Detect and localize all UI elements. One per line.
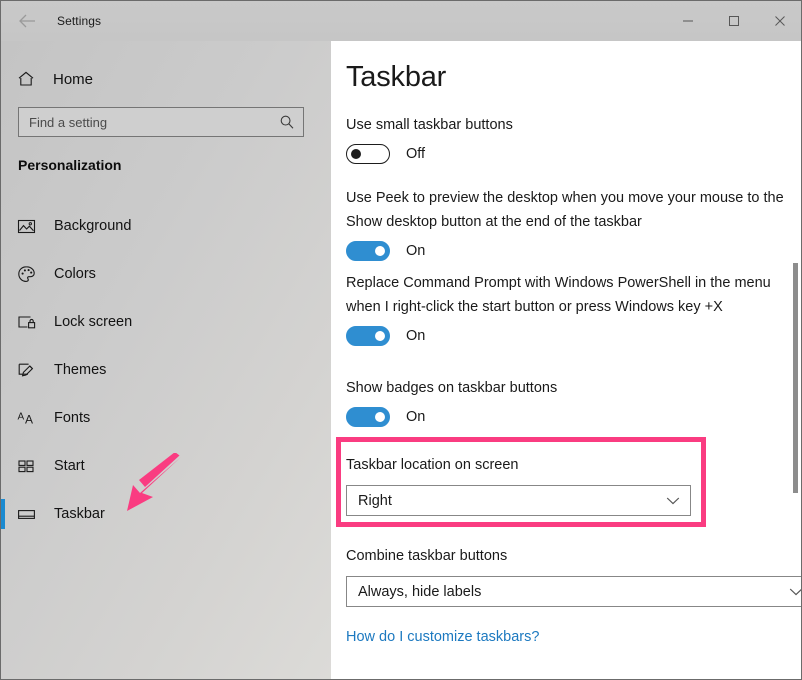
setting-label: Use Peek to preview the desktop when you…: [346, 190, 784, 230]
sidebar-item-fonts[interactable]: A A Fonts: [1, 394, 331, 442]
picture-icon: [17, 217, 41, 236]
sidebar-item-lock-screen[interactable]: Lock screen: [1, 298, 331, 346]
sidebar-item-home[interactable]: Home: [1, 59, 331, 99]
setting-use-peek: Use Peek to preview the desktop when you…: [346, 186, 786, 261]
toggle-knob: [375, 246, 385, 256]
paintbrush-icon: [17, 361, 41, 380]
toggle-row: On: [346, 241, 786, 261]
sidebar-item-label: Start: [54, 458, 85, 474]
dropdown-taskbar-location[interactable]: Right: [346, 485, 691, 516]
svg-text:A: A: [25, 412, 33, 426]
title-bar: Settings: [1, 1, 801, 41]
sidebar-nav-list: Background Colors Lock screen Themes A A…: [1, 202, 331, 538]
start-tiles-icon: [17, 457, 41, 476]
sidebar-home-label: Home: [53, 70, 94, 88]
setting-label: Use small taskbar buttons: [346, 117, 513, 133]
sidebar: Home Find a setting Personalization Back…: [1, 41, 331, 679]
setting-replace-command-prompt: Replace Command Prompt with Windows Powe…: [346, 271, 786, 346]
dropdown-combine-taskbar-buttons[interactable]: Always, hide labels: [346, 576, 801, 607]
help-link-customize-taskbars[interactable]: How do I customize taskbars?: [346, 629, 539, 645]
back-button[interactable]: [5, 5, 49, 37]
scrollbar[interactable]: [789, 41, 801, 679]
search-placeholder: Find a setting: [29, 114, 108, 130]
toggle-replace-command-prompt[interactable]: [346, 326, 390, 346]
setting-taskbar-location: Taskbar location on screen Right: [346, 453, 786, 516]
toggle-show-badges[interactable]: [346, 407, 390, 427]
dropdown-value: Always, hide labels: [358, 583, 482, 600]
window-title: Settings: [57, 14, 102, 28]
close-button[interactable]: [757, 1, 801, 41]
setting-show-badges: Show badges on taskbar buttons On: [346, 376, 786, 427]
toggle-knob: [375, 412, 385, 422]
toggle-row: Off: [346, 144, 786, 164]
sidebar-item-themes[interactable]: Themes: [1, 346, 331, 394]
page-title: Taskbar: [346, 61, 447, 93]
window-controls: [665, 1, 801, 41]
title-bar-left: Settings: [1, 1, 101, 41]
setting-label: Replace Command Prompt with Windows Powe…: [346, 275, 771, 315]
setting-combine-taskbar-buttons: Combine taskbar buttons Always, hide lab…: [346, 544, 801, 607]
sidebar-item-label: Background: [54, 218, 132, 234]
minimize-button[interactable]: [665, 1, 711, 41]
sidebar-item-label: Lock screen: [54, 314, 133, 330]
chevron-down-icon: [666, 496, 680, 506]
maximize-button[interactable]: [711, 1, 757, 41]
palette-icon: [17, 265, 41, 284]
search-input[interactable]: Find a setting: [18, 107, 304, 137]
sidebar-item-label: Fonts: [54, 410, 91, 426]
sidebar-item-taskbar[interactable]: Taskbar: [1, 490, 331, 538]
content-pane: Taskbar Use small taskbar buttons Off Us…: [331, 41, 801, 679]
sidebar-item-label: Colors: [54, 266, 96, 282]
sidebar-item-colors[interactable]: Colors: [1, 250, 331, 298]
toggle-use-peek[interactable]: [346, 241, 390, 261]
selection-indicator: [1, 499, 5, 529]
sidebar-item-label: Themes: [54, 362, 107, 378]
settings-window: Settings Home Find a setting Personaliza…: [0, 0, 802, 680]
toggle-state-label: On: [406, 409, 426, 425]
search-icon[interactable]: [279, 114, 295, 130]
sidebar-item-start[interactable]: Start: [1, 442, 331, 490]
toggle-knob: [375, 331, 385, 341]
taskbar-icon: [17, 505, 41, 524]
setting-label: Show badges on taskbar buttons: [346, 380, 558, 396]
toggle-state-label: On: [406, 243, 426, 259]
sidebar-item-background[interactable]: Background: [1, 202, 331, 250]
dropdown-value: Right: [358, 492, 392, 509]
scrollbar-thumb[interactable]: [793, 263, 798, 493]
toggle-knob: [351, 149, 361, 159]
toggle-state-label: Off: [406, 146, 426, 162]
home-icon: [17, 70, 39, 88]
toggle-row: On: [346, 326, 786, 346]
setting-label: Combine taskbar buttons: [346, 548, 508, 564]
toggle-use-small-taskbar-buttons[interactable]: [346, 144, 390, 164]
lock-screen-icon: [17, 313, 41, 332]
toggle-state-label: On: [406, 328, 426, 344]
toggle-row: On: [346, 407, 786, 427]
setting-label: Taskbar location on screen: [346, 457, 519, 473]
setting-use-small-taskbar-buttons: Use small taskbar buttons Off: [346, 113, 786, 164]
sidebar-section-heading: Personalization: [18, 157, 122, 173]
fonts-aa-icon: A A: [17, 409, 41, 428]
svg-text:A: A: [18, 411, 25, 422]
sidebar-item-label: Taskbar: [54, 506, 105, 522]
